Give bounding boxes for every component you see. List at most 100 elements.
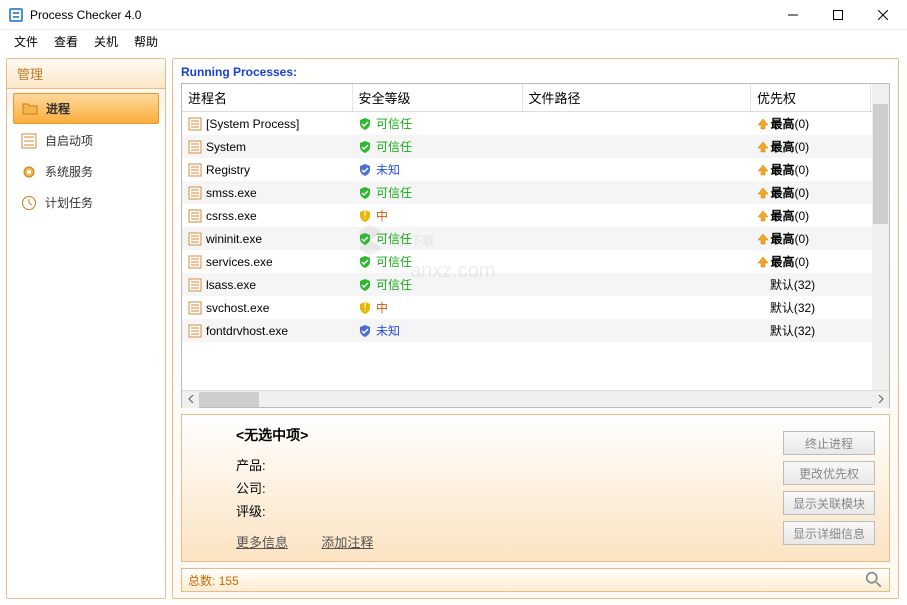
menu-file[interactable]: 文件 bbox=[6, 31, 46, 52]
sidebar-item-label: 进程 bbox=[46, 100, 70, 117]
more-info-link[interactable]: 更多信息 bbox=[236, 535, 288, 550]
cell-priority: 最高(0) bbox=[751, 112, 871, 136]
sidebar: 管理 进程自启动项系统服务计划任务 bbox=[6, 58, 166, 599]
cell-priority: 最高(0) bbox=[751, 227, 871, 250]
terminate-button[interactable]: 终止进程 bbox=[783, 431, 875, 455]
cell-security: !中 bbox=[352, 204, 522, 227]
svg-text:!: ! bbox=[363, 301, 366, 314]
sidebar-item-3[interactable]: 计划任务 bbox=[13, 188, 159, 217]
cell-security: 未知 bbox=[352, 319, 522, 342]
cell-priority: 最高(0) bbox=[751, 250, 871, 273]
table-row[interactable]: services.exe可信任 最高(0) bbox=[182, 250, 889, 273]
cell-priority: 最高(0) bbox=[751, 158, 871, 181]
app-icon bbox=[8, 7, 24, 23]
table-row[interactable]: Registry未知 最高(0) bbox=[182, 158, 889, 181]
chevron-right-icon bbox=[878, 395, 884, 403]
cell-path bbox=[522, 204, 751, 227]
maximize-button[interactable] bbox=[815, 0, 860, 29]
cell-name: smss.exe bbox=[182, 181, 352, 204]
sidebar-header: 管理 bbox=[7, 59, 165, 89]
col-header-name[interactable]: 进程名 bbox=[182, 84, 352, 112]
scroll-left-button[interactable] bbox=[182, 391, 199, 408]
table-row[interactable]: fontdrvhost.exe未知 默认(32) bbox=[182, 319, 889, 342]
menu-view[interactable]: 查看 bbox=[46, 31, 86, 52]
cell-security: 可信任 bbox=[352, 112, 522, 136]
show-modules-button[interactable]: 显示关联模块 bbox=[783, 491, 875, 515]
table-row[interactable]: smss.exe可信任 最高(0) bbox=[182, 181, 889, 204]
sidebar-item-label: 自启动项 bbox=[45, 132, 93, 149]
show-details-button[interactable]: 显示详细信息 bbox=[783, 521, 875, 545]
cell-path bbox=[522, 135, 751, 158]
maximize-icon bbox=[833, 10, 843, 20]
svg-text:!: ! bbox=[363, 209, 366, 222]
cell-name: wininit.exe bbox=[182, 227, 352, 250]
window-title: Process Checker 4.0 bbox=[30, 8, 770, 22]
cell-path bbox=[522, 227, 751, 250]
cell-name: csrss.exe bbox=[182, 204, 352, 227]
horizontal-scrollbar[interactable] bbox=[182, 390, 889, 407]
process-table: 进程名 安全等级 文件路径 优先权 [System Process]可信任最高(… bbox=[181, 83, 890, 408]
sidebar-item-2[interactable]: 系统服务 bbox=[13, 157, 159, 186]
main-title: Running Processes: bbox=[181, 65, 890, 79]
cell-security: 可信任 bbox=[352, 227, 522, 250]
scroll-right-button[interactable] bbox=[872, 391, 889, 408]
cell-path bbox=[522, 296, 751, 319]
table-row[interactable]: [System Process]可信任 最高(0) bbox=[182, 112, 889, 136]
close-icon bbox=[878, 10, 888, 20]
sidebar-item-label: 系统服务 bbox=[45, 163, 93, 180]
change-priority-button[interactable]: 更改优先权 bbox=[783, 461, 875, 485]
table-row[interactable]: wininit.exe可信任 最高(0) bbox=[182, 227, 889, 250]
cell-name: services.exe bbox=[182, 250, 352, 273]
cell-priority: 最高(0) bbox=[751, 181, 871, 204]
add-comment-link[interactable]: 添加注释 bbox=[321, 535, 373, 550]
cell-security: 未知 bbox=[352, 158, 522, 181]
cell-name: Registry bbox=[182, 158, 352, 181]
cell-security: !中 bbox=[352, 296, 522, 319]
minimize-icon bbox=[788, 10, 798, 20]
cell-priority: 默认(32) bbox=[751, 296, 871, 319]
cell-name: lsass.exe bbox=[182, 273, 352, 296]
cell-security: 可信任 bbox=[352, 181, 522, 204]
sidebar-item-1[interactable]: 自启动项 bbox=[13, 126, 159, 155]
menu-help[interactable]: 帮助 bbox=[126, 31, 166, 52]
detail-panel: <无选中项> 产品: 公司: 评级: 更多信息 添加注释 终止进程 更改优先权 … bbox=[181, 414, 890, 562]
cell-name: System bbox=[182, 135, 352, 158]
detail-title: <无选中项> bbox=[196, 425, 763, 445]
minimize-button[interactable] bbox=[770, 0, 815, 29]
titlebar: Process Checker 4.0 bbox=[0, 0, 907, 30]
menubar: 文件 查看 关机 帮助 bbox=[0, 30, 907, 52]
vertical-scrollbar[interactable] bbox=[872, 84, 889, 390]
search-icon[interactable] bbox=[865, 571, 883, 589]
table-row[interactable]: csrss.exe!中 最高(0) bbox=[182, 204, 889, 227]
cell-security: 可信任 bbox=[352, 250, 522, 273]
table-row[interactable]: svchost.exe!中 默认(32) bbox=[182, 296, 889, 319]
detail-rating-label: 评级: bbox=[196, 499, 763, 522]
status-total: 总数: 155 bbox=[188, 572, 865, 589]
sidebar-item-label: 计划任务 bbox=[45, 194, 93, 211]
cell-name: fontdrvhost.exe bbox=[182, 319, 352, 342]
cell-name: [System Process] bbox=[182, 112, 352, 136]
close-button[interactable] bbox=[860, 0, 905, 29]
cell-path bbox=[522, 250, 751, 273]
col-header-path[interactable]: 文件路径 bbox=[522, 84, 751, 112]
cell-path bbox=[522, 319, 751, 342]
cell-security: 可信任 bbox=[352, 273, 522, 296]
table-row[interactable]: System可信任最高(0) bbox=[182, 135, 889, 158]
cell-security: 可信任 bbox=[352, 135, 522, 158]
chevron-left-icon bbox=[188, 395, 194, 403]
cell-priority: 最高(0) bbox=[751, 204, 871, 227]
table-row[interactable]: lsass.exe可信任 默认(32) bbox=[182, 273, 889, 296]
col-header-security[interactable]: 安全等级 bbox=[352, 84, 522, 112]
cell-priority: 默认(32) bbox=[751, 273, 871, 296]
cell-path bbox=[522, 158, 751, 181]
sidebar-item-0[interactable]: 进程 bbox=[13, 93, 159, 124]
col-header-priority[interactable]: 优先权 bbox=[751, 84, 871, 112]
detail-product-label: 产品: bbox=[196, 453, 763, 476]
statusbar: 总数: 155 bbox=[181, 568, 890, 592]
cell-path bbox=[522, 112, 751, 136]
main-panel: Running Processes: 进程名 安全等级 文件路径 优先权 [Sy… bbox=[172, 58, 899, 599]
menu-shutdown[interactable]: 关机 bbox=[86, 31, 126, 52]
cell-path bbox=[522, 181, 751, 204]
cell-priority: 默认(32) bbox=[751, 319, 871, 342]
cell-path bbox=[522, 273, 751, 296]
